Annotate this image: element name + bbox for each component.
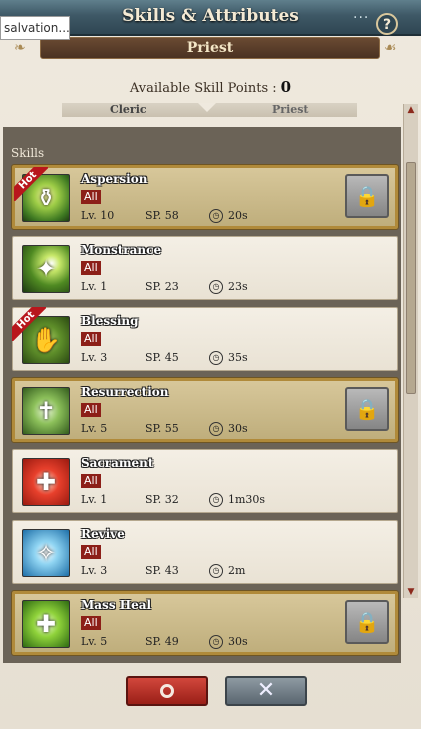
confirm-button[interactable] <box>126 676 208 706</box>
banner-ornament-left-icon: ❧ <box>14 40 26 56</box>
skill-sp: SP. 23 <box>145 280 179 293</box>
skill-tag: All <box>81 261 101 275</box>
help-icon[interactable]: ? <box>376 13 398 35</box>
skill-level: Lv. 1 <box>81 280 108 293</box>
mass-heal-icon[interactable]: ✚ <box>22 600 70 648</box>
cooldown-value: 20s <box>228 209 248 222</box>
skill-sp: SP. 58 <box>145 209 179 222</box>
scrollbar[interactable]: ▲ ▼ <box>403 104 418 598</box>
confirm-o-icon <box>160 684 174 698</box>
skill-cooldown: ◷ 30s <box>209 635 248 649</box>
banner-ornament-right-icon: ☙ <box>384 40 397 56</box>
skill-tag: All <box>81 474 101 488</box>
skill-points-line: Available Skill Points :0 <box>0 78 421 96</box>
lock-icon[interactable]: 🔒 <box>345 600 389 644</box>
skill-list: Skills ⚱ Hot Aspersion All Lv. 10 SP. 58 ◷ 20s 🔒… <box>3 127 401 663</box>
skill-level: Lv. 1 <box>81 493 108 506</box>
class-banner: Priest <box>40 37 380 59</box>
cooldown-value: 30s <box>228 635 248 648</box>
lock-icon[interactable]: 🔒 <box>345 174 389 218</box>
clock-icon: ◷ <box>209 280 223 294</box>
revive-icon[interactable]: ✧ <box>22 529 70 577</box>
skill-level: Lv. 10 <box>81 209 115 222</box>
skill-tag: All <box>81 190 101 204</box>
hot-ribbon: Hot <box>14 167 48 201</box>
skill-tag: All <box>81 545 101 559</box>
tooltip: salvation... <box>0 16 70 40</box>
hot-label: Hot <box>12 307 46 341</box>
skill-card[interactable]: ✚ Sacrament All Lv. 1 SP. 32 ◷ 1m30s <box>12 449 398 513</box>
skill-points-label: Available Skill Points : <box>129 81 277 96</box>
monstrance-icon[interactable]: ✦ <box>22 245 70 293</box>
skill-level: Lv. 5 <box>81 422 108 435</box>
skill-name: Revive <box>81 527 125 541</box>
lock-icon[interactable]: 🔒 <box>345 387 389 431</box>
clock-icon: ◷ <box>209 209 223 223</box>
sacrament-icon[interactable]: ✚ <box>22 458 70 506</box>
skill-card[interactable]: ✚ Mass Heal All Lv. 5 SP. 49 ◷ 30s 🔒 <box>11 590 399 656</box>
skill-level: Lv. 3 <box>81 351 108 364</box>
scroll-down-icon[interactable]: ▼ <box>406 587 416 597</box>
skill-sp: SP. 55 <box>145 422 179 435</box>
clock-icon: ◷ <box>209 493 223 507</box>
cooldown-value: 23s <box>228 280 248 293</box>
skill-name: Mass Heal <box>81 598 152 612</box>
scroll-thumb[interactable] <box>406 162 416 394</box>
skill-cooldown: ◷ 23s <box>209 280 248 294</box>
skill-tag: All <box>81 403 101 417</box>
skill-sp: SP. 43 <box>145 564 179 577</box>
tab-priest[interactable]: Priest <box>272 103 309 116</box>
skill-sp: SP. 49 <box>145 635 179 648</box>
resurrection-icon[interactable]: ✝ <box>22 387 70 435</box>
skill-name: Blessing <box>81 314 139 328</box>
hot-ribbon: Hot <box>12 307 46 341</box>
skill-card[interactable]: ✧ Revive All Lv. 3 SP. 43 ◷ 2m <box>12 520 398 584</box>
menu-dots-icon[interactable]: ··· <box>353 10 369 26</box>
skill-card[interactable]: ✦ Monstrance All Lv. 1 SP. 23 ◷ 23s <box>12 236 398 300</box>
skill-name: Monstrance <box>81 243 162 257</box>
scroll-up-icon[interactable]: ▲ <box>406 105 416 115</box>
skill-cooldown: ◷ 1m30s <box>209 493 265 507</box>
skill-cooldown: ◷ 2m <box>209 564 245 578</box>
clock-icon: ◷ <box>209 351 223 365</box>
cooldown-value: 1m30s <box>228 493 266 506</box>
cooldown-value: 35s <box>228 351 248 364</box>
hot-label: Hot <box>14 167 48 201</box>
skill-sp: SP. 45 <box>145 351 179 364</box>
skills-window: Skills & Attributes ··· ? salvation... ❧… <box>0 0 421 729</box>
cancel-button[interactable]: ✕ <box>225 676 307 706</box>
skill-name: Sacrament <box>81 456 154 470</box>
skill-name: Resurrection <box>81 385 169 399</box>
skill-points-value: 0 <box>280 78 292 96</box>
skill-cooldown: ◷ 30s <box>209 422 248 436</box>
tab-pointer <box>198 103 216 112</box>
skill-sp: SP. 32 <box>145 493 179 506</box>
cooldown-value: 30s <box>228 422 248 435</box>
tab-cleric[interactable]: Cleric <box>110 103 147 116</box>
skill-card[interactable]: ⚱ Hot Aspersion All Lv. 10 SP. 58 ◷ 20s 🔒 <box>11 164 399 230</box>
skill-card[interactable]: ✝ Resurrection All Lv. 5 SP. 55 ◷ 30s 🔒 <box>11 377 399 443</box>
skill-name: Aspersion <box>81 172 148 186</box>
skill-level: Lv. 3 <box>81 564 108 577</box>
skill-cooldown: ◷ 35s <box>209 351 248 365</box>
skill-card[interactable]: ✋ Hot Blessing All Lv. 3 SP. 45 ◷ 35s <box>12 307 398 371</box>
clock-icon: ◷ <box>209 422 223 436</box>
clock-icon: ◷ <box>209 635 223 649</box>
skill-cooldown: ◷ 20s <box>209 209 248 223</box>
skills-header: Skills <box>11 146 45 160</box>
cooldown-value: 2m <box>228 564 246 577</box>
skill-tag: All <box>81 332 101 346</box>
skill-level: Lv. 5 <box>81 635 108 648</box>
skill-tag: All <box>81 616 101 630</box>
clock-icon: ◷ <box>209 564 223 578</box>
